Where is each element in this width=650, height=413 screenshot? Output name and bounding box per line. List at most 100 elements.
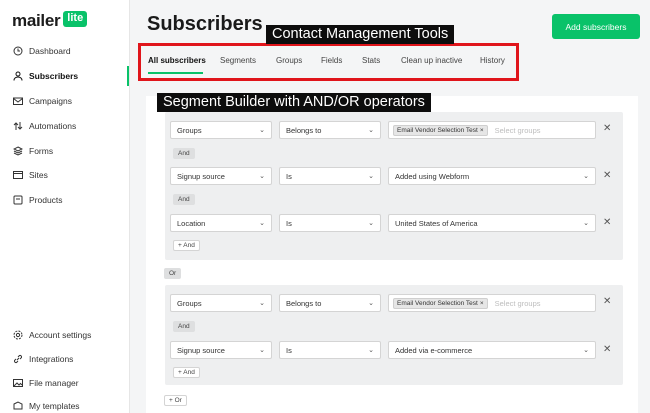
sidebar-item-subscribers[interactable]: Subscribers (12, 70, 78, 82)
operator-select-value: Is (286, 345, 292, 355)
field-select-value: Groups (177, 298, 202, 308)
and-operator-label: And (173, 148, 195, 159)
value-select-value: Added using Webform (395, 171, 470, 181)
groups-multiselect[interactable]: Email Vendor Selection Test × Select grou… (388, 121, 596, 139)
mailerlite-logo[interactable]: mailer lite (12, 11, 88, 31)
operator-select[interactable]: Is ⌄ (279, 341, 381, 359)
field-select[interactable]: Location ⌄ (170, 214, 272, 232)
clock-icon (12, 45, 24, 57)
group-chip: Email Vendor Selection Test × (393, 124, 488, 136)
sidebar-item-my-templates[interactable]: My templates (12, 400, 80, 412)
field-select[interactable]: Signup source ⌄ (170, 167, 272, 185)
sidebar-item-sites[interactable]: Sites (12, 169, 48, 181)
or-operator-label: Or (164, 268, 182, 279)
remove-condition-icon[interactable]: ✕ (603, 123, 611, 134)
logo-text: mailer (12, 11, 61, 30)
gear-icon (12, 329, 24, 341)
add-and-button[interactable]: + And (173, 240, 200, 251)
field-select[interactable]: Groups ⌄ (170, 294, 272, 312)
sidebar: mailer lite Dashboard Subscribers Campai… (0, 0, 130, 413)
sidebar-item-label: Forms (29, 146, 54, 156)
sidebar-item-label: Automations (29, 121, 77, 131)
field-select[interactable]: Signup source ⌄ (170, 341, 272, 359)
operator-select-value: Belongs to (286, 125, 322, 135)
mail-icon (12, 95, 24, 107)
remove-condition-icon[interactable]: ✕ (603, 296, 611, 307)
sidebar-item-file-manager[interactable]: File manager (12, 377, 79, 389)
chevron-down-icon: ⌄ (368, 347, 374, 354)
link-icon (12, 353, 24, 365)
sidebar-item-automations[interactable]: Automations (12, 120, 76, 132)
operator-select[interactable]: Belongs to ⌄ (279, 121, 381, 139)
chevron-down-icon: ⌄ (368, 173, 374, 180)
sidebar-item-account-settings[interactable]: Account settings (12, 329, 91, 341)
sidebar-item-label: Sites (29, 170, 48, 180)
remove-condition-icon[interactable]: ✕ (603, 344, 611, 355)
sidebar-item-label: Integrations (29, 354, 74, 364)
add-and-button[interactable]: + And (173, 367, 200, 378)
value-select[interactable]: Added via e-commerce ⌄ (388, 341, 596, 359)
chevron-down-icon: ⌄ (368, 127, 374, 134)
active-nav-indicator (127, 66, 129, 86)
annotation-contact-management: Contact Management Tools (266, 25, 455, 44)
remove-condition-icon[interactable]: ✕ (603, 170, 611, 181)
arrows-icon (12, 120, 24, 132)
field-select-value: Signup source (177, 171, 225, 181)
chevron-down-icon: ⌄ (259, 173, 265, 180)
field-select-value: Signup source (177, 345, 225, 355)
annotation-segment-builder: Segment Builder with AND/OR operators (157, 93, 431, 112)
chevron-down-icon: ⌄ (368, 300, 374, 307)
sidebar-item-label: Products (29, 195, 63, 205)
sidebar-item-label: Subscribers (29, 71, 79, 81)
chevron-down-icon: ⌄ (583, 173, 589, 180)
value-select-value: Added via e-commerce (395, 345, 473, 355)
browser-icon (12, 169, 24, 181)
tabs-highlight-box (138, 43, 519, 81)
chevron-down-icon: ⌄ (583, 347, 589, 354)
sidebar-item-label: My templates (29, 401, 80, 411)
add-subscribers-button[interactable]: Add subscribers (552, 14, 640, 39)
logo-badge: lite (63, 11, 88, 27)
field-select[interactable]: Groups ⌄ (170, 121, 272, 139)
template-icon (12, 400, 24, 412)
remove-condition-icon[interactable]: ✕ (603, 217, 611, 228)
chevron-down-icon: ⌄ (259, 220, 265, 227)
groups-multiselect[interactable]: Email Vendor Selection Test × Select grou… (388, 294, 596, 312)
value-select[interactable]: Added using Webform ⌄ (388, 167, 596, 185)
operator-select[interactable]: Is ⌄ (279, 214, 381, 232)
value-select[interactable]: United States of America ⌄ (388, 214, 596, 232)
box-icon (12, 194, 24, 206)
operator-select-value: Belongs to (286, 298, 322, 308)
field-select-value: Groups (177, 125, 202, 135)
image-icon (12, 377, 24, 389)
sidebar-item-integrations[interactable]: Integrations (12, 353, 73, 365)
page-title: Subscribers (147, 13, 263, 35)
chevron-down-icon: ⌄ (583, 220, 589, 227)
sidebar-item-campaigns[interactable]: Campaigns (12, 95, 72, 107)
sidebar-item-label: Campaigns (29, 96, 72, 106)
group-chip-label: Email Vendor Selection Test (397, 299, 478, 307)
sidebar-item-dashboard[interactable]: Dashboard (12, 45, 71, 57)
group-chip: Email Vendor Selection Test × (393, 297, 488, 309)
chevron-down-icon: ⌄ (368, 220, 374, 227)
sidebar-item-label: Account settings (29, 330, 92, 340)
value-select-value: United States of America (395, 218, 478, 228)
operator-select-value: Is (286, 218, 292, 228)
sidebar-item-label: File manager (29, 378, 79, 388)
operator-select[interactable]: Is ⌄ (279, 167, 381, 185)
sidebar-item-forms[interactable]: Forms (12, 145, 53, 157)
and-operator-label: And (173, 194, 195, 205)
and-operator-label: And (173, 321, 195, 332)
operator-select[interactable]: Belongs to ⌄ (279, 294, 381, 312)
group-chip-label: Email Vendor Selection Test (397, 126, 478, 134)
chevron-down-icon: ⌄ (259, 300, 265, 307)
user-icon (12, 70, 24, 82)
sidebar-item-label: Dashboard (29, 46, 71, 56)
chip-remove-icon[interactable]: × (480, 300, 484, 307)
add-or-button[interactable]: + Or (164, 395, 187, 406)
sidebar-item-products[interactable]: Products (12, 194, 63, 206)
chevron-down-icon: ⌄ (259, 347, 265, 354)
chip-remove-icon[interactable]: × (480, 127, 484, 134)
groups-placeholder: Select groups (494, 125, 541, 135)
field-select-value: Location (177, 218, 206, 228)
